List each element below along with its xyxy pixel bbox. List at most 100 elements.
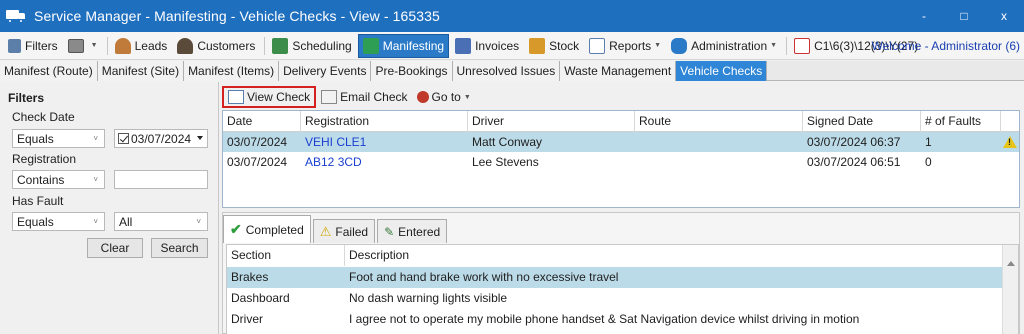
col-driver[interactable]: Driver [468,111,635,132]
vertical-scrollbar[interactable] [1002,245,1018,334]
tab-failed-label: Failed [335,224,369,239]
go-to-label: Go to [431,90,461,104]
minimize-button[interactable]: - [904,0,944,32]
invoice-icon [455,37,472,54]
scheduling-button[interactable]: Scheduling [268,34,355,58]
calendar-icon [272,37,289,54]
go-to-button[interactable]: Go to ▼ [413,86,475,108]
customers-label: Customers [197,38,256,53]
tab-failed[interactable]: ⚠ Failed [312,219,376,243]
registration-operator-select[interactable]: Contains ˅ [12,170,105,189]
vehicle-checks-grid: Date Registration Driver Route Signed Da… [222,110,1020,208]
window-title: Service Manager - Manifesting - Vehicle … [34,8,440,24]
filter-icon [8,38,21,53]
maximize-button[interactable]: □ [944,0,984,32]
search-button[interactable]: Search [151,238,208,258]
tab-completed[interactable]: ✔ Completed [223,215,311,243]
reports-label: Reports [609,38,652,53]
col-registration[interactable]: Registration [301,111,468,132]
col-section[interactable]: Section [227,245,345,266]
section-tabs: Manifest (Route) Manifest (Site) Manifes… [0,61,1024,81]
reports-button[interactable]: Reports ▼ [585,34,665,58]
leads-button[interactable]: Leads [111,34,172,58]
manifesting-label: Manifesting [382,38,445,53]
col-description[interactable]: Description [345,245,1002,266]
filters-label: Filters [25,38,58,53]
check-date-checkbox[interactable] [118,133,129,144]
leads-label: Leads [134,38,168,53]
check-date-value: 03/07/2024 [131,131,192,146]
welcome-text: Welcome - Administrator (6) [871,39,1020,53]
list-item[interactable]: Driver I agree not to operate my mobile … [227,309,1002,330]
invoices-label: Invoices [475,38,520,53]
view-check-button[interactable]: View Check [222,86,317,108]
filters-panel: Filters Check Date Equals ˅ 03/07/2024 R… [0,82,219,334]
tab-unresolved-issues[interactable]: Unresolved Issues [452,61,561,81]
action-toolbar: View Check Email Check Go to ▼ [222,86,476,108]
col-route[interactable]: Route [635,111,803,132]
main-toolbar: Filters ▼ Leads Customers Scheduling Man… [0,32,1024,60]
chart-icon [589,37,606,54]
list-item[interactable]: Brakes Foot and hand brake work with no … [227,267,1002,288]
detail-tabs: ✔ Completed ⚠ Failed ✎ Entered [223,215,449,243]
view-check-label: View Check [247,90,311,104]
stock-label: Stock [549,38,580,53]
check-date-picker[interactable]: 03/07/2024 [114,129,208,148]
tab-delivery-events[interactable]: Delivery Events [279,61,372,81]
edit-icon: ✎ [384,224,395,239]
check-date-label: Check Date [12,110,75,124]
people-icon [114,37,131,54]
check-date-operator-select[interactable]: Equals ˅ [12,129,105,148]
tab-vehicle-checks[interactable]: Vehicle Checks [676,61,768,81]
registration-input[interactable] [114,170,208,189]
list-item[interactable]: Dashboard No dash warning lights visible [227,288,1002,309]
calendar-dropdown-icon[interactable] [197,136,203,140]
cell-registration[interactable]: AB12 3CD [301,152,362,172]
tab-manifest-items[interactable]: Manifest (Items) [184,61,280,81]
cell-registration[interactable]: VEHI CLE1 [301,132,366,152]
col-faults[interactable]: # of Faults [921,111,1001,132]
administration-button[interactable]: Administration ▼ [667,34,781,58]
cell-signed-date: 03/07/2024 06:51 [807,155,901,169]
check-details-panel: ✔ Completed ⚠ Failed ✎ Entered Section D… [222,212,1020,334]
calendar-icon [794,37,811,54]
layout-dropdown[interactable]: ▼ [64,34,102,58]
filters-header: Filters [8,91,45,105]
tab-entered[interactable]: ✎ Entered [377,219,448,243]
tab-waste-management[interactable]: Waste Management [560,61,677,81]
close-button[interactable]: x [984,0,1024,32]
table-row[interactable]: 03/07/2024 AB12 3CD Lee Stevens 03/07/20… [223,152,1019,172]
check-items-grid: Section Description Brakes Foot and hand… [226,244,1019,334]
customers-button[interactable]: Customers [173,34,259,58]
invoices-button[interactable]: Invoices [451,34,523,58]
cell-date: 03/07/2024 [227,155,288,169]
has-fault-value-select[interactable]: All ˅ [114,212,208,231]
has-fault-operator-select[interactable]: Equals ˅ [12,212,105,231]
cell-description: Foot and hand brake work with no excessi… [349,270,619,284]
cell-section: Dashboard [231,291,290,305]
chevron-down-icon: ▼ [770,42,778,49]
stock-button[interactable]: Stock [525,34,583,58]
has-fault-value: All [119,214,133,229]
clear-button[interactable]: Clear [87,238,143,258]
has-fault-operator-value: Equals [17,214,54,229]
tab-pre-bookings[interactable]: Pre-Bookings [371,61,453,81]
filters-button[interactable]: Filters [4,34,62,58]
truck-icon [6,8,26,24]
cell-route [635,132,639,152]
grid-header: Date Registration Driver Route Signed Da… [223,111,1019,132]
col-date[interactable]: Date [223,111,301,132]
email-check-button[interactable]: Email Check [317,86,411,108]
table-row[interactable]: 03/07/2024 VEHI CLE1 Matt Conway 03/07/2… [223,132,1019,152]
manifesting-button[interactable]: Manifesting [357,33,450,58]
col-signed-date[interactable]: Signed Date [803,111,921,132]
tab-manifest-site[interactable]: Manifest (Site) [97,61,185,81]
layout-icon [67,38,84,53]
scroll-up-icon[interactable] [1007,261,1015,266]
registration-operator-value: Contains [17,172,65,187]
tab-entered-label: Entered [398,224,441,239]
chart-view-icon [228,90,244,104]
cell-section: Driver [231,312,263,326]
tab-manifest-route[interactable]: Manifest (Route) [0,61,98,81]
cell-faults: 0 [925,155,932,169]
